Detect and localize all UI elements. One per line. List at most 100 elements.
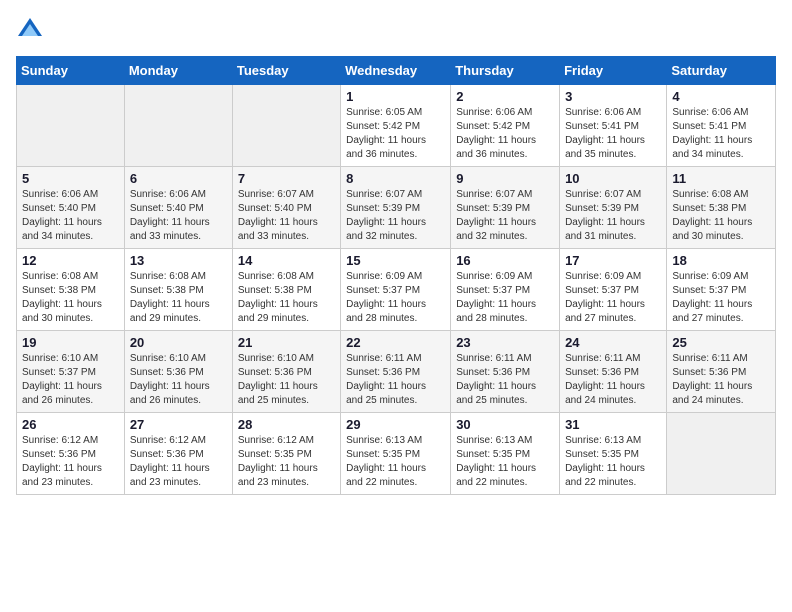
day-info: Sunrise: 6:07 AM Sunset: 5:39 PM Dayligh… <box>565 188 661 244</box>
day-info: Sunrise: 6:13 AM Sunset: 5:35 PM Dayligh… <box>565 434 661 490</box>
calendar-cell: 4 Sunrise: 6:06 AM Sunset: 5:41 PM Daylig… <box>667 85 776 167</box>
day-header-saturday: Saturday <box>667 57 776 85</box>
day-info: Sunrise: 6:11 AM Sunset: 5:36 PM Dayligh… <box>346 352 445 408</box>
day-info: Sunrise: 6:11 AM Sunset: 5:36 PM Dayligh… <box>672 352 770 408</box>
day-number: 5 <box>22 171 119 186</box>
day-number: 27 <box>130 417 227 432</box>
day-number: 24 <box>565 335 661 350</box>
day-header-monday: Monday <box>124 57 232 85</box>
calendar-cell: 29 Sunrise: 6:13 AM Sunset: 5:35 PM Dayli… <box>341 413 451 495</box>
calendar-week-row: 19 Sunrise: 6:10 AM Sunset: 5:37 PM Dayli… <box>17 331 776 413</box>
calendar-cell: 8 Sunrise: 6:07 AM Sunset: 5:39 PM Daylig… <box>341 167 451 249</box>
day-number: 14 <box>238 253 335 268</box>
calendar-cell: 24 Sunrise: 6:11 AM Sunset: 5:36 PM Dayli… <box>560 331 667 413</box>
calendar-cell: 21 Sunrise: 6:10 AM Sunset: 5:36 PM Dayli… <box>232 331 340 413</box>
day-header-friday: Friday <box>560 57 667 85</box>
day-info: Sunrise: 6:09 AM Sunset: 5:37 PM Dayligh… <box>346 270 445 326</box>
logo <box>16 16 48 44</box>
calendar-week-row: 12 Sunrise: 6:08 AM Sunset: 5:38 PM Dayli… <box>17 249 776 331</box>
day-info: Sunrise: 6:06 AM Sunset: 5:40 PM Dayligh… <box>130 188 227 244</box>
calendar-cell: 13Sunrise: 6:08 AM Sunset: 5:38 PM Dayli… <box>124 249 232 331</box>
day-info: Sunrise: 6:10 AM Sunset: 5:37 PM Dayligh… <box>22 352 119 408</box>
calendar-cell: 18Sunrise: 6:09 AM Sunset: 5:37 PM Dayli… <box>667 249 776 331</box>
day-header-wednesday: Wednesday <box>341 57 451 85</box>
calendar-week-row: 5 Sunrise: 6:06 AM Sunset: 5:40 PM Daylig… <box>17 167 776 249</box>
day-info: Sunrise: 6:12 AM Sunset: 5:36 PM Dayligh… <box>22 434 119 490</box>
day-info: Sunrise: 6:12 AM Sunset: 5:36 PM Dayligh… <box>130 434 227 490</box>
day-info: Sunrise: 6:07 AM Sunset: 5:39 PM Dayligh… <box>346 188 445 244</box>
calendar-cell <box>17 85 125 167</box>
day-info: Sunrise: 6:08 AM Sunset: 5:38 PM Dayligh… <box>22 270 119 326</box>
calendar-cell: 20 Sunrise: 6:10 AM Sunset: 5:36 PM Dayli… <box>124 331 232 413</box>
calendar-cell: 19 Sunrise: 6:10 AM Sunset: 5:37 PM Dayli… <box>17 331 125 413</box>
day-number: 25 <box>672 335 770 350</box>
day-number: 15 <box>346 253 445 268</box>
calendar-cell: 27 Sunrise: 6:12 AM Sunset: 5:36 PM Dayli… <box>124 413 232 495</box>
calendar-cell: 3 Sunrise: 6:06 AM Sunset: 5:41 PM Daylig… <box>560 85 667 167</box>
calendar-cell: 12 Sunrise: 6:08 AM Sunset: 5:38 PM Dayli… <box>17 249 125 331</box>
calendar-cell <box>124 85 232 167</box>
calendar-header-row: SundayMondayTuesdayWednesdayThursdayFrid… <box>17 57 776 85</box>
day-number: 23 <box>456 335 554 350</box>
day-number: 8 <box>346 171 445 186</box>
day-number: 7 <box>238 171 335 186</box>
day-info: Sunrise: 6:07 AM Sunset: 5:40 PM Dayligh… <box>238 188 335 244</box>
calendar-cell: 14 Sunrise: 6:08 AM Sunset: 5:38 PM Dayli… <box>232 249 340 331</box>
page-header <box>16 16 776 44</box>
day-header-sunday: Sunday <box>17 57 125 85</box>
calendar-cell: 16 Sunrise: 6:09 AM Sunset: 5:37 PM Dayli… <box>451 249 560 331</box>
day-info: Sunrise: 6:08 AM Sunset: 5:38 PM Dayligh… <box>238 270 335 326</box>
day-info: Sunrise: 6:06 AM Sunset: 5:42 PM Dayligh… <box>456 106 554 162</box>
day-number: 28 <box>238 417 335 432</box>
day-info: Sunrise: 6:10 AM Sunset: 5:36 PM Dayligh… <box>130 352 227 408</box>
day-number: 6 <box>130 171 227 186</box>
day-number: 26 <box>22 417 119 432</box>
calendar-cell: 23 Sunrise: 6:11 AM Sunset: 5:36 PM Dayli… <box>451 331 560 413</box>
day-number: 3 <box>565 89 661 104</box>
day-number: 30 <box>456 417 554 432</box>
day-header-tuesday: Tuesday <box>232 57 340 85</box>
calendar-cell: 15 Sunrise: 6:09 AM Sunset: 5:37 PM Dayli… <box>341 249 451 331</box>
day-info: Sunrise: 6:06 AM Sunset: 5:41 PM Dayligh… <box>565 106 661 162</box>
logo-icon <box>16 16 44 44</box>
calendar-cell: 10Sunrise: 6:07 AM Sunset: 5:39 PM Dayli… <box>560 167 667 249</box>
calendar-cell <box>667 413 776 495</box>
day-info: Sunrise: 6:12 AM Sunset: 5:35 PM Dayligh… <box>238 434 335 490</box>
day-number: 12 <box>22 253 119 268</box>
calendar-cell: 2 Sunrise: 6:06 AM Sunset: 5:42 PM Daylig… <box>451 85 560 167</box>
day-number: 31 <box>565 417 661 432</box>
calendar-cell: 5Sunrise: 6:06 AM Sunset: 5:40 PM Daylig… <box>17 167 125 249</box>
day-info: Sunrise: 6:11 AM Sunset: 5:36 PM Dayligh… <box>565 352 661 408</box>
day-number: 17 <box>565 253 661 268</box>
day-number: 19 <box>22 335 119 350</box>
calendar-cell: 7 Sunrise: 6:07 AM Sunset: 5:40 PM Daylig… <box>232 167 340 249</box>
day-header-thursday: Thursday <box>451 57 560 85</box>
day-number: 29 <box>346 417 445 432</box>
day-info: Sunrise: 6:05 AM Sunset: 5:42 PM Dayligh… <box>346 106 445 162</box>
day-info: Sunrise: 6:07 AM Sunset: 5:39 PM Dayligh… <box>456 188 554 244</box>
day-info: Sunrise: 6:11 AM Sunset: 5:36 PM Dayligh… <box>456 352 554 408</box>
day-number: 2 <box>456 89 554 104</box>
day-info: Sunrise: 6:08 AM Sunset: 5:38 PM Dayligh… <box>672 188 770 244</box>
calendar-cell: 26 Sunrise: 6:12 AM Sunset: 5:36 PM Dayli… <box>17 413 125 495</box>
day-info: Sunrise: 6:09 AM Sunset: 5:37 PM Dayligh… <box>456 270 554 326</box>
day-number: 13 <box>130 253 227 268</box>
day-number: 18 <box>672 253 770 268</box>
calendar-cell <box>232 85 340 167</box>
day-number: 16 <box>456 253 554 268</box>
day-number: 21 <box>238 335 335 350</box>
day-number: 22 <box>346 335 445 350</box>
day-number: 20 <box>130 335 227 350</box>
day-info: Sunrise: 6:09 AM Sunset: 5:37 PM Dayligh… <box>565 270 661 326</box>
day-number: 4 <box>672 89 770 104</box>
calendar-week-row: 1Sunrise: 6:05 AM Sunset: 5:42 PM Daylig… <box>17 85 776 167</box>
day-info: Sunrise: 6:13 AM Sunset: 5:35 PM Dayligh… <box>346 434 445 490</box>
calendar-cell: 25 Sunrise: 6:11 AM Sunset: 5:36 PM Dayli… <box>667 331 776 413</box>
calendar-cell: 11 Sunrise: 6:08 AM Sunset: 5:38 PM Dayli… <box>667 167 776 249</box>
day-info: Sunrise: 6:06 AM Sunset: 5:41 PM Dayligh… <box>672 106 770 162</box>
calendar-cell: 28 Sunrise: 6:12 AM Sunset: 5:35 PM Dayli… <box>232 413 340 495</box>
calendar-cell: 17 Sunrise: 6:09 AM Sunset: 5:37 PM Dayli… <box>560 249 667 331</box>
day-number: 11 <box>672 171 770 186</box>
calendar-cell: 9Sunrise: 6:07 AM Sunset: 5:39 PM Daylig… <box>451 167 560 249</box>
day-info: Sunrise: 6:10 AM Sunset: 5:36 PM Dayligh… <box>238 352 335 408</box>
